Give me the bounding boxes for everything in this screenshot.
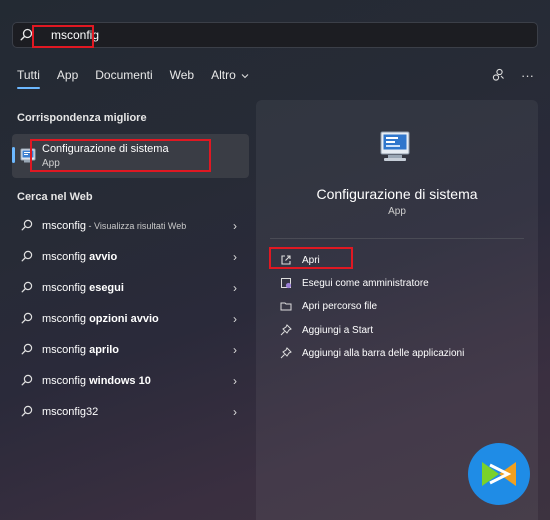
pin-icon <box>280 347 292 359</box>
highlight-box-best-match <box>30 139 211 172</box>
tab-documents[interactable]: Documenti <box>95 68 152 82</box>
web-suggestion-item[interactable]: msconfig avvio › <box>12 242 249 273</box>
shield-icon <box>280 277 292 289</box>
web-suggestion-text: msconfig <box>42 313 90 325</box>
action-label: Aggiungi alla barra delle applicazioni <box>302 347 465 359</box>
chevron-right-icon: › <box>233 343 237 357</box>
web-suggestion-text: msconfig <box>42 344 90 356</box>
tab-apps[interactable]: App <box>57 68 78 82</box>
web-suggestion-text: msconfig <box>42 375 90 387</box>
action-pin-to-start[interactable]: Aggiungi a Start <box>280 322 373 338</box>
web-suggestion-extra: - Visualizza risultati Web <box>86 221 187 231</box>
web-suggestion-text: msconfig <box>42 282 90 294</box>
action-label: Esegui come amministratore <box>302 277 429 289</box>
action-pin-to-taskbar[interactable]: Aggiungi alla barra delle applicazioni <box>280 345 464 361</box>
system-config-app-icon-large <box>378 130 412 169</box>
watermark-logo <box>468 443 530 505</box>
search-icon <box>21 312 33 327</box>
web-suggestion-item[interactable]: msconfig esegui › <box>12 273 249 304</box>
filter-tabs: Tutti App Documenti Web Altro <box>17 68 266 89</box>
tab-all[interactable]: Tutti <box>17 68 40 89</box>
more-options-icon[interactable]: ··· <box>521 68 534 85</box>
header-tools: ··· <box>491 68 534 85</box>
web-suggestions-list: msconfig - Visualizza risultati Web › ms… <box>12 211 249 428</box>
web-suggestion-bold: windows 10 <box>89 375 151 387</box>
account-switch-icon[interactable] <box>491 68 505 85</box>
folder-icon <box>280 300 292 312</box>
search-icon <box>21 374 33 389</box>
web-suggestion-bold: aprilo <box>89 344 120 356</box>
best-match-heading: Corrispondenza migliore <box>17 112 147 124</box>
web-suggestion-bold: esegui <box>89 282 124 294</box>
web-suggestion-text: msconfig <box>42 220 87 232</box>
chevron-right-icon: › <box>233 374 237 388</box>
search-icon <box>21 343 33 358</box>
web-suggestion-item[interactable]: msconfig aprilo › <box>12 335 249 366</box>
web-suggestion-item[interactable]: msconfig windows 10 › <box>12 366 249 397</box>
action-open-file-location[interactable]: Apri percorso file <box>280 298 377 314</box>
web-search-heading: Cerca nel Web <box>17 191 93 203</box>
web-suggestion-text: msconfig <box>42 251 90 263</box>
chevron-right-icon: › <box>233 219 237 233</box>
highlight-box-open <box>269 247 353 269</box>
action-label: Apri percorso file <box>302 300 378 312</box>
details-subtitle: App <box>388 206 406 217</box>
details-title: Configurazione di sistema <box>316 186 478 202</box>
search-icon <box>21 405 33 420</box>
web-suggestion-item[interactable]: msconfig32 › <box>12 397 249 428</box>
search-icon <box>21 250 33 265</box>
action-label: Aggiungi a Start <box>302 324 374 336</box>
highlight-box-search <box>32 25 94 48</box>
action-run-as-admin[interactable]: Esegui come amministratore <box>280 275 429 291</box>
details-divider <box>270 238 524 239</box>
web-suggestion-text: msconfig32 <box>42 406 99 418</box>
tab-more-label: Altro <box>211 68 236 82</box>
pin-icon <box>280 324 292 336</box>
search-icon <box>21 281 33 296</box>
web-suggestion-bold: avvio <box>89 251 118 263</box>
web-suggestion-item[interactable]: msconfig opzioni avvio › <box>12 304 249 335</box>
chevron-right-icon: › <box>233 405 237 419</box>
chevron-right-icon: › <box>233 281 237 295</box>
chevron-right-icon: › <box>233 312 237 326</box>
chevron-down-icon <box>241 74 249 79</box>
tab-web[interactable]: Web <box>170 68 194 82</box>
chevron-right-icon: › <box>233 250 237 264</box>
selection-indicator <box>12 147 15 163</box>
search-icon <box>21 219 33 234</box>
web-suggestion-item[interactable]: msconfig - Visualizza risultati Web › <box>12 211 249 242</box>
tab-more[interactable]: Altro <box>211 68 249 82</box>
web-suggestion-bold: opzioni avvio <box>89 313 159 325</box>
